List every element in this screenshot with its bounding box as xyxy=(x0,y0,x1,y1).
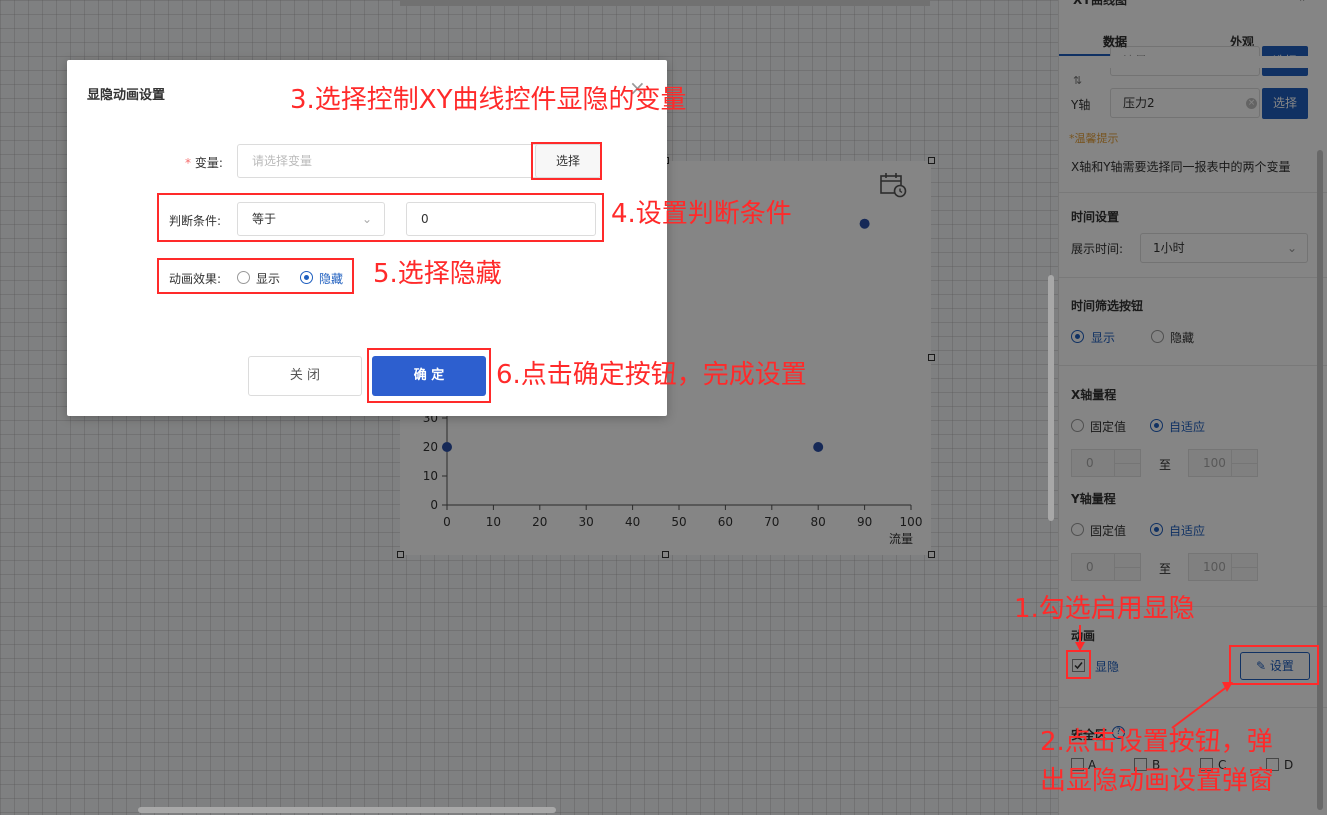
canvas-vertical-scrollbar[interactable] xyxy=(1048,275,1054,521)
canvas-horizontal-scrollbar[interactable] xyxy=(138,807,556,813)
annotation-arrows xyxy=(1075,625,1233,729)
